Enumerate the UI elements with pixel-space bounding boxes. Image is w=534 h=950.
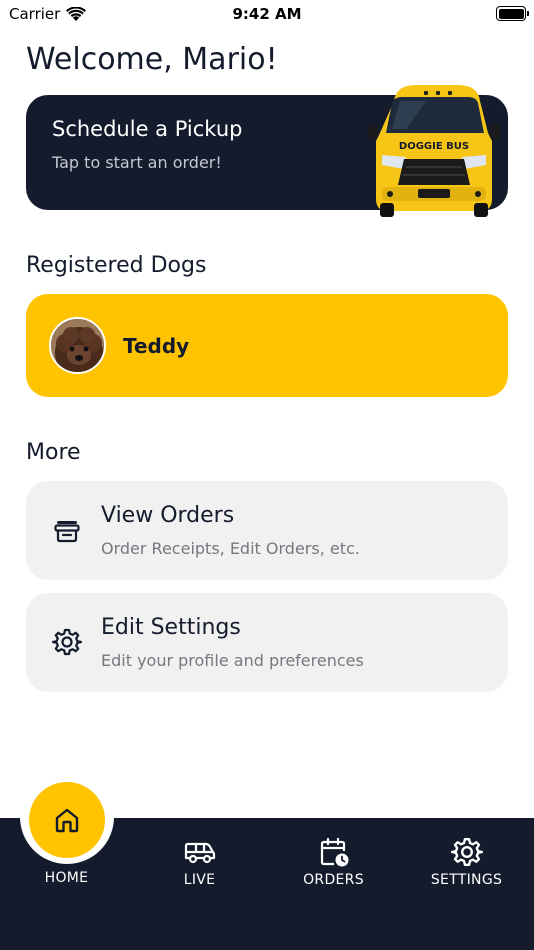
calendar-clock-icon (320, 837, 348, 867)
tab-home[interactable] (29, 782, 105, 858)
dog-name: Teddy (123, 334, 190, 358)
schedule-pickup-card[interactable]: Schedule a Pickup Tap to start an order!… (26, 85, 508, 217)
welcome-heading: Welcome, Mario! (26, 42, 278, 77)
tab-orders-label: ORDERS (303, 872, 364, 888)
tab-home-label: HOME (44, 870, 89, 886)
battery-icon (496, 6, 529, 21)
tab-live[interactable]: LIVE (133, 818, 266, 950)
home-icon (55, 808, 79, 833)
tab-settings[interactable]: SETTINGS (400, 818, 533, 950)
pickup-subtitle: Tap to start an order! (52, 153, 222, 172)
registered-dogs-heading: Registered Dogs (26, 253, 207, 278)
gear-icon (52, 628, 82, 656)
dog-card[interactable]: Teddy (26, 294, 508, 397)
edit-settings-button[interactable]: Edit Settings Edit your profile and pref… (26, 593, 508, 692)
dog-avatar (49, 317, 106, 374)
status-bar: Carrier 9:42 AM (0, 0, 534, 30)
edit-settings-subtitle: Edit your profile and preferences (101, 651, 364, 670)
tab-live-label: LIVE (183, 872, 216, 888)
tab-orders[interactable]: ORDERS (267, 818, 400, 950)
view-orders-button[interactable]: View Orders Order Receipts, Edit Orders,… (26, 481, 508, 580)
view-orders-title: View Orders (101, 503, 235, 528)
view-orders-subtitle: Order Receipts, Edit Orders, etc. (101, 539, 360, 558)
bus-logo-text: DOGGIE BUS (399, 141, 469, 152)
status-time: 9:42 AM (232, 5, 302, 23)
more-heading: More (26, 440, 81, 465)
archive-icon (54, 521, 80, 543)
edit-settings-title: Edit Settings (101, 615, 241, 640)
van-icon (184, 842, 215, 864)
gear-icon (450, 838, 483, 866)
doggie-bus-image: DOGGIE BUS (368, 85, 500, 217)
tab-settings-label: SETTINGS (430, 872, 503, 888)
pickup-title: Schedule a Pickup (52, 117, 243, 141)
